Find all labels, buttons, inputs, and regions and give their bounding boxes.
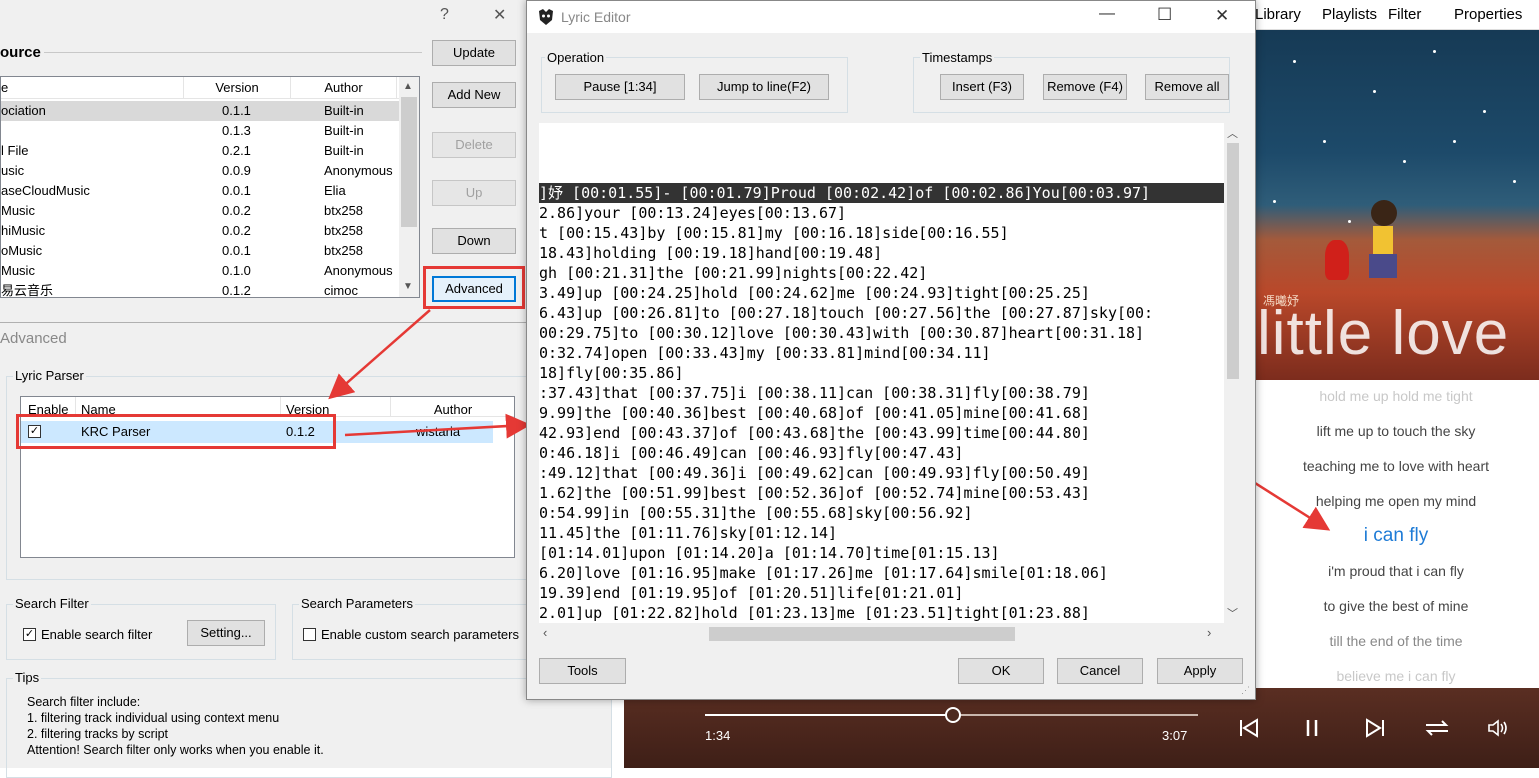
lyric-line[interactable]: 2.01]up [01:22.82]hold [01:23.13]me [01:… — [539, 603, 1224, 623]
app-logo-icon — [539, 9, 553, 25]
scroll-thumb[interactable] — [709, 627, 1015, 641]
resize-grip-icon[interactable]: ⋰ — [1241, 685, 1250, 696]
total-time: 3:07 — [1162, 728, 1188, 743]
lyric-line[interactable]: 1.62]the [00:51.99]best [00:52.36]of [00… — [539, 483, 1224, 503]
insert-timestamp-button[interactable]: Insert (F3) — [940, 74, 1024, 100]
timestamps-title: Timestamps — [920, 50, 995, 65]
lyric-editor-window: Lyric Editor — ☐ ✕ Operation Pause [1:34… — [526, 0, 1256, 700]
music-player: Library Playlists Filter Properties 馮曦妤 … — [1253, 0, 1539, 768]
repeat-icon[interactable] — [1424, 718, 1450, 738]
lyric-line: to give the best of mine — [1323, 598, 1469, 614]
remove-timestamp-button[interactable]: Remove (F4) — [1043, 74, 1127, 100]
arrow-parser-to-editor — [344, 413, 531, 439]
lyric-line[interactable] — [539, 123, 1224, 143]
lyric-vertical-scrollbar[interactable]: ︿ ﹀ — [1224, 123, 1241, 623]
lyric-line[interactable] — [539, 163, 1224, 183]
lyric-line[interactable]: 9.99]the [00:40.36]best [00:40.68]of [00… — [539, 403, 1224, 423]
lyric-line[interactable]: t [00:15.43]by [00:15.81]my [00:16.18]si… — [539, 223, 1224, 243]
progress-handle[interactable] — [944, 707, 961, 723]
lyric-line[interactable]: gh [00:21.31]the [00:21.99]nights[00:22.… — [539, 263, 1224, 283]
scroll-left-icon[interactable]: ‹ — [543, 625, 547, 640]
progress-track[interactable] — [705, 707, 1198, 723]
progress-fill — [705, 714, 953, 716]
lyric-line: lift me up to touch the sky — [1316, 423, 1476, 439]
lyric-line[interactable]: 00:29.75]to [00:30.12]love [00:30.43]wit… — [539, 323, 1224, 343]
scroll-up-icon[interactable]: ︿ — [1227, 125, 1238, 141]
lyric-line[interactable]: [01:14.01]upon [01:14.20]a [01:14.70]tim… — [539, 543, 1224, 563]
previous-icon[interactable] — [1238, 718, 1260, 738]
ok-button[interactable]: OK — [958, 658, 1044, 684]
lyric-line[interactable]: ]妤 [00:01.55]- [00:01.79]Proud [00:02.42… — [539, 183, 1224, 203]
jump-to-line-button[interactable]: Jump to line(F2) — [699, 74, 829, 100]
editor-titlebar[interactable]: Lyric Editor — ☐ ✕ — [527, 1, 1255, 33]
lyric-line[interactable]: 19.39]end [01:19.95]of [01:20.51]life[01… — [539, 583, 1224, 603]
arrow-advanced-to-parser — [328, 309, 431, 400]
lyric-line[interactable]: 3.49]up [00:24.25]hold [00:24.62]me [00:… — [539, 283, 1224, 303]
lyric-line: i'm proud that i can fly — [1328, 563, 1464, 579]
lyric-line: hold me up hold me tight — [1319, 388, 1473, 404]
tools-button[interactable]: Tools — [539, 658, 626, 684]
lyric-horizontal-scrollbar[interactable]: ‹ › — [539, 623, 1224, 645]
lyric-line[interactable]: 18.43]holding [00:19.18]hand[00:19.48] — [539, 243, 1224, 263]
lyric-line[interactable]: 18]fly[00:35.86] — [539, 363, 1224, 383]
tab-library[interactable]: Library — [1255, 6, 1301, 23]
maximize-icon[interactable]: ☐ — [1157, 5, 1172, 25]
lyric-line: believe me i can fly — [1336, 668, 1456, 684]
girl-figure — [1363, 200, 1403, 290]
lyric-line[interactable]: 6.20]love [01:16.95]make [01:17.26]me [0… — [539, 563, 1224, 583]
minimize-icon[interactable]: — — [1099, 5, 1115, 23]
editor-title: Lyric Editor — [561, 9, 631, 25]
close-icon[interactable]: ✕ — [1215, 6, 1229, 26]
album-title: little love — [1257, 299, 1510, 368]
elapsed-time: 1:34 — [705, 728, 731, 743]
pause-button[interactable]: Pause [1:34] — [555, 74, 685, 100]
scroll-down-icon[interactable]: ﹀ — [1227, 605, 1238, 621]
red-creature — [1325, 240, 1349, 280]
playback-controls: 1:34 3:07 — [624, 688, 1539, 768]
tab-playlists[interactable]: Playlists — [1322, 6, 1377, 23]
pause-icon[interactable] — [1302, 718, 1322, 738]
next-icon[interactable] — [1364, 718, 1386, 738]
lyric-line[interactable]: 11.45]the [01:11.76]sky[01:12.14] — [539, 523, 1224, 543]
lyric-line[interactable]: 42.93]end [00:43.37]of [00:43.68]the [00… — [539, 423, 1224, 443]
lyric-line[interactable]: :37.43]that [00:37.75]i [00:38.11]can [0… — [539, 383, 1224, 403]
operation-title: Operation — [545, 50, 607, 65]
lyric-line[interactable]: 0:32.74]open [00:33.43]my [00:33.81]mind… — [539, 343, 1224, 363]
volume-icon[interactable] — [1486, 718, 1512, 738]
scroll-thumb[interactable] — [1227, 143, 1239, 379]
remove-all-button[interactable]: Remove all — [1145, 74, 1229, 100]
lyric-line: till the end of the time — [1329, 633, 1463, 649]
scroll-right-icon[interactable]: › — [1207, 625, 1211, 640]
lyric-line[interactable]: 0:46.18]i [00:46.49]can [00:46.93]fly[00… — [539, 443, 1224, 463]
cancel-button[interactable]: Cancel — [1057, 658, 1143, 684]
apply-button[interactable]: Apply — [1157, 658, 1243, 684]
lyric-line[interactable]: 2.86]your [00:13.24]eyes[00:13.67] — [539, 203, 1224, 223]
lyric-line[interactable]: 6.43]up [00:26.81]to [00:27.18]touch [00… — [539, 303, 1224, 323]
lyric-line[interactable]: :49.12]that [00:49.36]i [00:49.62]can [0… — [539, 463, 1224, 483]
tab-filter[interactable]: Filter — [1388, 6, 1421, 23]
lyric-line[interactable] — [539, 143, 1224, 163]
album-art: 馮曦妤 little love — [1253, 30, 1539, 380]
lyric-text-area[interactable]: ]妤 [00:01.55]- [00:01.79]Proud [00:02.42… — [539, 123, 1224, 623]
player-tabs: Library Playlists Filter Properties — [1253, 0, 1539, 30]
tab-properties[interactable]: Properties — [1454, 6, 1522, 23]
lyric-line[interactable]: 0:54.99]in [00:55.31]the [00:55.68]sky[0… — [539, 503, 1224, 523]
